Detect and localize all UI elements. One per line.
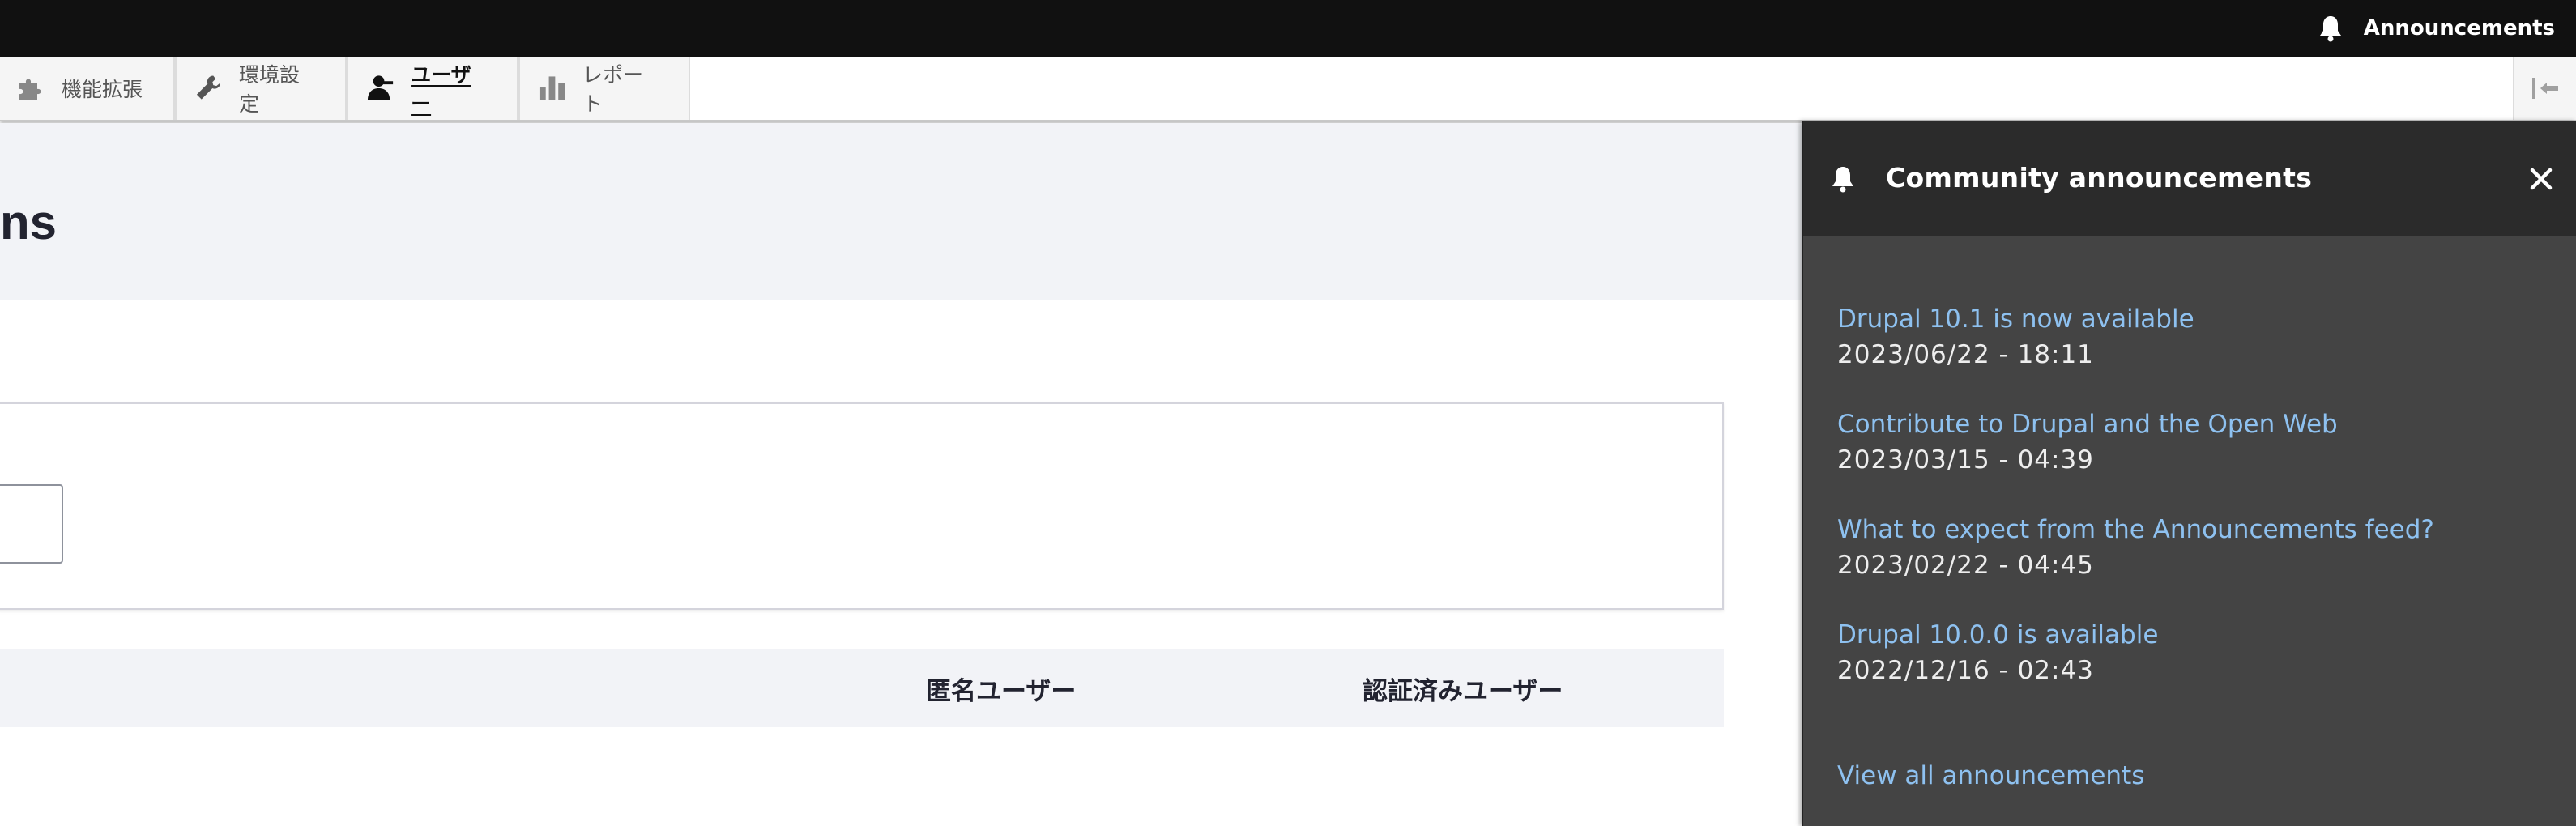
close-icon[interactable] (2526, 164, 2557, 194)
announcement-link[interactable]: Drupal 10.0.0 is available (1837, 617, 2550, 653)
announcement-link[interactable]: What to expect from the Announcements fe… (1837, 512, 2550, 547)
announcement-date: 2023/06/22 - 18:11 (1837, 340, 2094, 369)
collapse-left-icon (2532, 78, 2558, 99)
announcement-item: What to expect from the Announcements fe… (1837, 512, 2550, 617)
panel-title: Community announcements (1886, 162, 2313, 194)
tray-item-extend[interactable]: 機能拡張 (0, 57, 175, 120)
tray-orientation-toggle[interactable] (2513, 57, 2576, 120)
puzzle-icon (19, 79, 41, 100)
wrench-icon (196, 75, 221, 100)
announcement-link[interactable]: Contribute to Drupal and the Open Web (1837, 407, 2550, 442)
tray-item-label: ユーザー (411, 63, 471, 116)
bell-icon (1832, 167, 1853, 193)
panel-header: Community announcements (1803, 121, 2576, 236)
tray-item-config[interactable]: 環境設定 (175, 57, 347, 120)
permissions-table-header: 匿名ユーザー 認証済みユーザー (0, 649, 1724, 727)
announcement-item: Drupal 10.1 is now available 2023/06/22 … (1837, 301, 2550, 407)
admin-toolbar: Announcements (0, 0, 2576, 57)
announcement-date: 2023/02/22 - 04:45 (1837, 551, 2094, 580)
announcement-list: Drupal 10.1 is now available 2023/06/22 … (1837, 301, 2550, 722)
tray-item-label: 環境設定 (238, 63, 300, 116)
announcements-label: Announcements (2363, 16, 2555, 40)
view-all-announcements-link[interactable]: View all announcements (1837, 761, 2144, 790)
toolbar-tray: 機能拡張 環境設定 ユーザー レポート (0, 57, 2576, 121)
tray-item-label: レポート (582, 63, 643, 116)
tray-item-label: 機能拡張 (62, 78, 143, 101)
announcements-toggle[interactable]: Announcements (2318, 0, 2555, 57)
bell-icon (2319, 16, 2341, 42)
user-icon (367, 75, 394, 100)
announcement-date: 2022/12/16 - 02:43 (1837, 656, 2094, 685)
column-header-anonymous: 匿名ユーザー (926, 676, 1077, 706)
tray-item-people[interactable]: ユーザー (347, 57, 518, 120)
page-header (0, 123, 1802, 300)
announcements-panel: Community announcements Drupal 10.1 is n… (1802, 121, 2576, 826)
filter-input[interactable] (0, 484, 63, 564)
announcement-date: 2023/03/15 - 04:39 (1837, 445, 2094, 475)
announcement-link[interactable]: Drupal 10.1 is now available (1837, 301, 2550, 337)
tray-item-reports[interactable]: レポート (518, 57, 690, 120)
bar-chart-icon (539, 76, 565, 100)
column-header-authenticated: 認証済みユーザー (1363, 676, 1563, 706)
announcement-item: Contribute to Drupal and the Open Web 20… (1837, 407, 2550, 512)
filter-fieldset (0, 402, 1724, 610)
page-title: ns (0, 195, 58, 249)
announcement-item: Drupal 10.0.0 is available 2022/12/16 - … (1837, 617, 2550, 722)
